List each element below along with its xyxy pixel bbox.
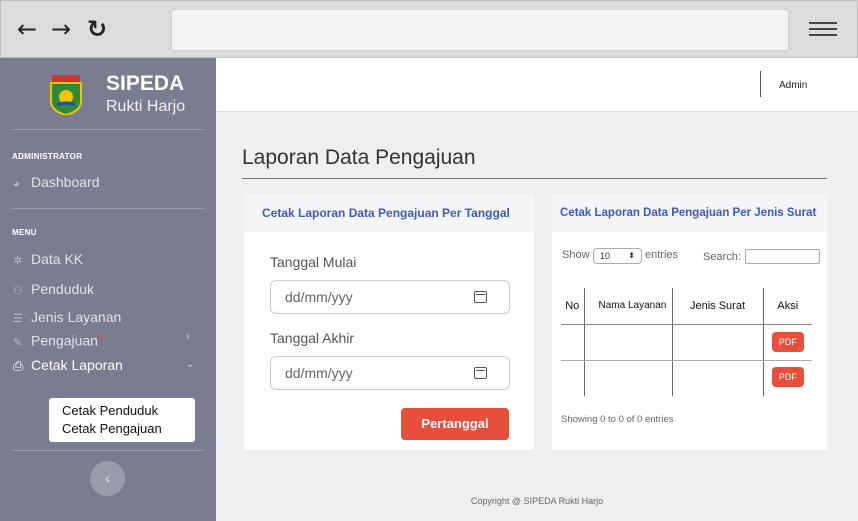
browser-toolbar: ← → ↻ bbox=[0, 0, 858, 58]
calendar-icon[interactable] bbox=[474, 291, 487, 303]
pengajuan-badge: 0 bbox=[97, 332, 103, 342]
sidebar-item-dashboard[interactable]: ◕ Dashboard bbox=[0, 170, 216, 194]
title-underline bbox=[242, 178, 827, 179]
forward-button[interactable]: → bbox=[51, 15, 71, 43]
search-input[interactable] bbox=[745, 249, 820, 264]
sidebar-item-label: Cetak Laporan bbox=[31, 357, 123, 373]
divider bbox=[12, 450, 204, 451]
palette-icon: ◕ bbox=[13, 178, 20, 190]
card-title: Cetak Laporan Data Pengajuan Per Tanggal bbox=[244, 194, 534, 232]
section-administrator: ADMINISTRATOR bbox=[12, 152, 83, 161]
submenu-cetak-penduduk[interactable]: Cetak Penduduk bbox=[62, 402, 195, 420]
sidebar-item-data-kk[interactable]: ✲ Data KK bbox=[0, 247, 216, 271]
main-content: Laporan Data Pengajuan Cetak Laporan Dat… bbox=[216, 112, 858, 521]
table-info: Showing 0 to 0 of 0 entries bbox=[561, 414, 674, 425]
sidebar-item-label: Pengajuan bbox=[31, 332, 98, 349]
print-icon: ⎙ bbox=[13, 358, 24, 373]
chevron-down-icon: ⌄ bbox=[186, 359, 195, 370]
column-header: No bbox=[561, 288, 584, 325]
table-row: PDF bbox=[561, 360, 812, 396]
topbar-divider bbox=[760, 71, 761, 97]
sidebar-item-label: Jenis Layanan bbox=[31, 309, 122, 325]
sidebar: SIPEDA Rukti Harjo ADMINISTRATOR ◕ Dashbo… bbox=[0, 58, 216, 521]
start-date-input[interactable]: dd/mm/yyy bbox=[270, 280, 510, 314]
search-label: Search: bbox=[703, 251, 741, 263]
submenu-cetak-pengajuan[interactable]: Cetak Pengajuan bbox=[62, 420, 195, 438]
browser-menu-button[interactable] bbox=[809, 18, 837, 42]
list-icon: ☰ bbox=[13, 313, 23, 325]
user-menu[interactable]: Admin bbox=[779, 80, 807, 91]
address-bar[interactable] bbox=[171, 9, 789, 51]
start-date-placeholder: dd/mm/yyy bbox=[285, 289, 353, 305]
divider bbox=[12, 208, 204, 209]
end-date-label: Tanggal Akhir bbox=[270, 330, 355, 346]
end-date-placeholder: dd/mm/yyy bbox=[285, 365, 353, 381]
chevron-right-icon: › bbox=[186, 331, 190, 343]
column-header: Nama Layanan bbox=[583, 288, 672, 325]
table-row: PDF bbox=[561, 324, 812, 361]
entries-select[interactable]: 10 ⬍ bbox=[593, 248, 642, 264]
gear-icon: ✲ bbox=[13, 255, 23, 267]
start-date-label: Tanggal Mulai bbox=[270, 254, 357, 270]
select-arrow-icon: ⬍ bbox=[628, 251, 635, 260]
end-date-input[interactable]: dd/mm/yyy bbox=[270, 356, 510, 390]
footer: Copyright @ SIPEDA Rukti Harjo bbox=[470, 496, 604, 506]
entries-value: 10 bbox=[600, 251, 611, 261]
sidebar-item-label: Dashboard bbox=[31, 174, 100, 190]
column-header: Jenis Surat bbox=[671, 288, 763, 325]
sidebar-item-label: Penduduk bbox=[31, 281, 95, 297]
date-report-card: Cetak Laporan Data Pengajuan Per Tanggal… bbox=[244, 194, 534, 450]
table-header-row: No Nama Layanan Jenis Surat Aksi bbox=[561, 288, 812, 325]
brand: SIPEDA Rukti Harjo bbox=[12, 58, 204, 130]
topbar: Admin bbox=[216, 58, 858, 112]
reload-button[interactable]: ↻ bbox=[87, 15, 107, 43]
calendar-icon[interactable] bbox=[474, 367, 487, 379]
back-button[interactable]: ← bbox=[17, 15, 37, 43]
pdf-button[interactable]: PDF bbox=[771, 332, 804, 352]
type-report-card: Cetak Laporan Data Pengajuan Per Jenis S… bbox=[552, 194, 827, 450]
report-table: No Nama Layanan Jenis Surat Aksi PDF PDF bbox=[561, 288, 812, 396]
logo-icon bbox=[50, 75, 82, 115]
app-title: SIPEDA bbox=[106, 72, 185, 95]
card-title: Cetak Laporan Data Pengajuan Per Jenis S… bbox=[552, 194, 827, 232]
chevron-left-icon: ‹ bbox=[105, 470, 110, 486]
cetak-laporan-submenu: Cetak Penduduk Cetak Pengajuan bbox=[49, 398, 195, 442]
page-title: Laporan Data Pengajuan bbox=[242, 146, 476, 169]
edit-icon: ✎ bbox=[13, 336, 23, 349]
sidebar-toggle-button[interactable]: ‹ bbox=[90, 461, 125, 496]
entries-label: entries bbox=[645, 249, 679, 261]
sidebar-item-penduduk[interactable]: ⚇ Penduduk bbox=[0, 277, 216, 301]
app-subtitle: Rukti Harjo bbox=[106, 98, 186, 115]
sidebar-item-pengajuan[interactable]: ✎ Pengajuan0 › bbox=[0, 327, 216, 349]
show-label: Show bbox=[562, 249, 590, 261]
section-menu: MENU bbox=[12, 228, 37, 237]
sidebar-item-label: Data KK bbox=[31, 251, 84, 267]
sidebar-item-jenis-layanan[interactable]: ☰ Jenis Layanan bbox=[0, 307, 216, 327]
pdf-button[interactable]: PDF bbox=[771, 366, 804, 387]
column-header: Aksi bbox=[762, 288, 812, 325]
sidebar-item-cetak-laporan[interactable]: ⎙ Cetak Laporan ⌄ bbox=[0, 353, 216, 377]
users-icon: ⚇ bbox=[13, 285, 23, 297]
pertanggal-button[interactable]: Pertanggal bbox=[401, 408, 509, 440]
